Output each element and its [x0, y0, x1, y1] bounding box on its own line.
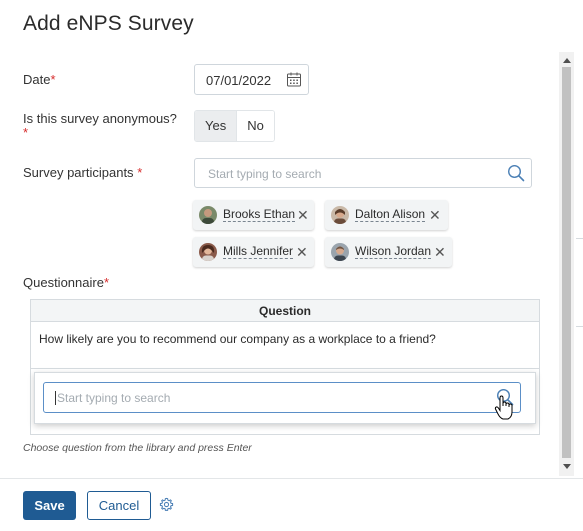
scrollbar-thumb[interactable] — [562, 67, 571, 458]
avatar — [199, 206, 217, 224]
participant-name[interactable]: Wilson Jordan — [355, 245, 432, 259]
footer-divider — [0, 478, 583, 479]
question-search-dropdown: Start typing to search — [34, 372, 536, 424]
row-divider — [31, 368, 539, 369]
participant-name[interactable]: Mills Jennifer — [223, 245, 294, 259]
date-label: Date* — [23, 72, 56, 87]
required-marker: * — [103, 275, 110, 290]
page-title: Add eNPS Survey — [23, 12, 194, 35]
toggle-yes[interactable]: Yes — [195, 111, 237, 141]
gear-icon[interactable] — [159, 497, 174, 512]
required-marker: * — [50, 72, 56, 87]
background-divider — [576, 238, 583, 239]
date-value: 07/01/2022 — [206, 73, 272, 88]
date-field[interactable]: 07/01/2022 — [194, 64, 309, 95]
participant-name[interactable]: Dalton Alison — [355, 208, 426, 222]
participants-search-input[interactable]: Start typing to search — [194, 158, 532, 188]
scroll-up-arrow-icon[interactable] — [563, 58, 571, 63]
save-button[interactable]: Save — [23, 491, 76, 520]
close-icon[interactable]: ✕ — [429, 208, 441, 222]
question-search-input[interactable]: Start typing to search — [43, 382, 521, 413]
search-icon[interactable] — [507, 164, 525, 182]
anonymous-label: Is this survey anonymous? * — [23, 111, 177, 140]
questionnaire-label: Questionnaire* — [23, 275, 110, 290]
participant-chip[interactable]: Mills Jennifer ✕ — [193, 237, 314, 267]
close-icon[interactable]: ✕ — [296, 245, 308, 259]
table-header-question: Question — [31, 300, 539, 322]
search-placeholder: Start typing to search — [208, 167, 322, 181]
participant-chip[interactable]: Wilson Jordan ✕ — [325, 237, 452, 267]
search-placeholder: Start typing to search — [57, 391, 171, 405]
participant-name[interactable]: Brooks Ethan — [223, 208, 296, 222]
hand-cursor-icon — [494, 395, 513, 420]
avatar — [199, 243, 217, 261]
required-marker: * — [23, 125, 29, 140]
participants-label: Survey participants * — [23, 165, 143, 180]
participant-chip[interactable]: Brooks Ethan ✕ — [193, 200, 314, 230]
anonymous-toggle[interactable]: Yes No — [194, 110, 275, 142]
cancel-button[interactable]: Cancel — [87, 491, 151, 520]
scroll-down-arrow-icon[interactable] — [563, 464, 571, 469]
required-marker: * — [137, 165, 143, 180]
background-divider — [576, 326, 583, 327]
close-icon[interactable]: ✕ — [297, 208, 309, 222]
close-icon[interactable]: ✕ — [434, 245, 446, 259]
calendar-icon[interactable] — [287, 72, 301, 87]
text-caret — [55, 391, 56, 405]
questionnaire-hint: Choose question from the library and pre… — [23, 442, 252, 454]
avatar — [331, 243, 349, 261]
avatar — [331, 206, 349, 224]
toggle-no[interactable]: No — [236, 111, 274, 141]
participant-chip[interactable]: Dalton Alison ✕ — [325, 200, 448, 230]
table-row[interactable]: How likely are you to recommend our comp… — [39, 332, 436, 346]
